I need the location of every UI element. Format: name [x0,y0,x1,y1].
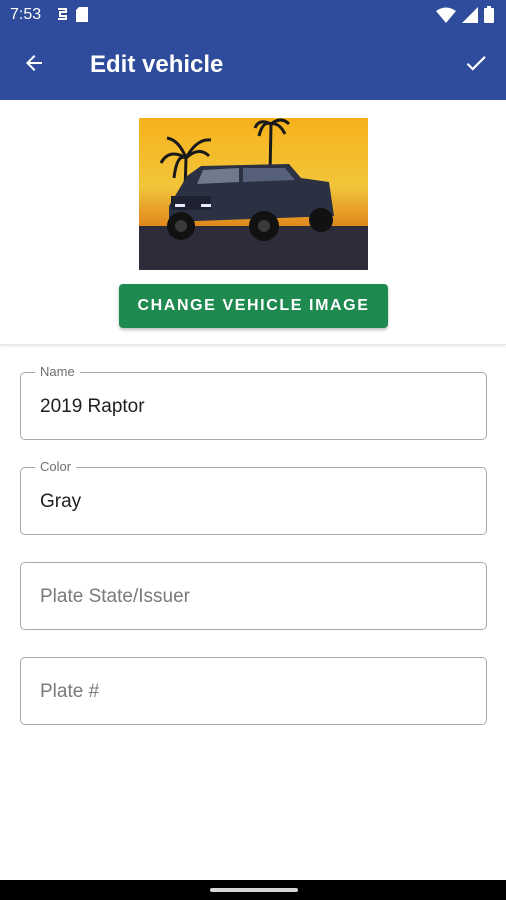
plate-state-field[interactable]: Plate State/Issuer [20,562,487,630]
page-title: Edit vehicle [90,51,224,78]
plate-number-field[interactable]: Plate # [20,657,487,725]
change-vehicle-image-button[interactable]: CHANGE VEHICLE IMAGE [119,284,388,328]
system-nav-bar [0,880,506,900]
status-bar: 7:53 [0,0,506,30]
wifi-icon [436,7,456,28]
sync-icon [56,6,68,27]
plate-state-placeholder[interactable]: Plate State/Issuer [40,586,190,608]
signal-icon [462,6,478,28]
home-gesture-handle[interactable] [210,888,298,892]
color-field-value[interactable]: Gray [40,491,81,513]
name-field-value[interactable]: 2019 Raptor [40,396,145,418]
battery-icon [484,6,494,28]
color-field-label: Color [35,459,77,474]
plate-number-placeholder[interactable]: Plate # [40,681,99,703]
name-field[interactable]: Name 2019 Raptor [20,364,487,440]
back-button[interactable] [16,47,52,83]
name-field-label: Name [35,364,80,379]
arrow-back-icon [22,51,46,80]
vehicle-image [139,118,368,270]
color-field[interactable]: Color Gray [20,459,487,535]
check-icon [463,50,489,81]
sd-card-icon [76,6,88,27]
vehicle-image-section: CHANGE VEHICLE IMAGE [0,100,506,345]
save-button[interactable] [458,47,494,83]
app-bar: Edit vehicle [0,30,506,100]
status-time: 7:53 [10,6,42,23]
